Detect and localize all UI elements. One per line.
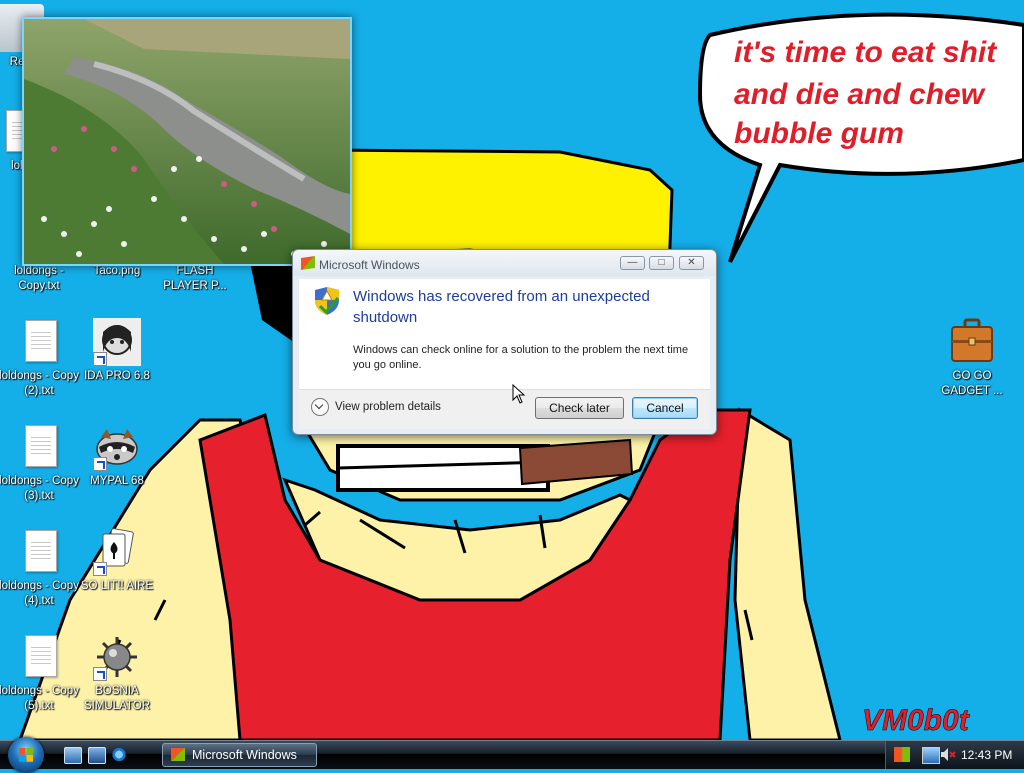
landscape-photo [24, 19, 350, 264]
desktop-icon-label: loldongs - Copy (4).txt [0, 580, 79, 607]
desktop-icon-label: IDA PRO 6.8 [84, 370, 150, 382]
taskbar-clock[interactable]: 12:43 PM [961, 748, 1012, 762]
cancel-button[interactable]: Cancel [632, 397, 698, 419]
internet-explorer-icon[interactable] [111, 747, 127, 762]
desktop-icon-loldongs-copy-2[interactable]: loldongs - Copy (2).txt [0, 318, 81, 399]
wallpaper-signature: VM0b0t [862, 704, 971, 737]
desktop-icon-label: loldongs - Copy.txt [14, 265, 64, 292]
desktop-icon-label: MYPAL 68 [90, 475, 144, 487]
desktop-icon-loldongs-copy-3[interactable]: loldongs - Copy (3).txt [0, 423, 81, 504]
recovery-dialog[interactable]: Microsoft Windows — □ ✕ Windows has reco… [292, 249, 717, 435]
text-file-icon [15, 528, 63, 576]
desktop-icon-bosnia-simulator[interactable]: BOSNIA SIMULATOR [75, 633, 159, 714]
desktop-icon-label: loldongs - Copy (3).txt [0, 475, 79, 502]
network-icon[interactable] [922, 747, 940, 764]
volume-muted-icon[interactable] [940, 747, 956, 762]
windows-logo-icon [301, 256, 315, 270]
taskbar: Microsoft Windows 12:43 PM [0, 737, 1024, 773]
speech-bubble-line-1: it's time to eat shit [734, 36, 998, 69]
shortcut-arrow-icon [93, 352, 107, 366]
dialog-title: Microsoft Windows [319, 258, 420, 272]
desktop-icon-label: BOSNIA SIMULATOR [83, 685, 151, 712]
desktop-icon-label: FLASH PLAYER P... [163, 265, 227, 292]
show-desktop-icon[interactable] [64, 747, 82, 764]
speech-bubble-line-2: and die and chew [734, 78, 986, 111]
desktop-icon-label: Taco.png [93, 265, 141, 277]
view-problem-details-toggle[interactable]: View problem details [311, 398, 441, 416]
minimize-button[interactable]: — [620, 256, 645, 270]
desktop-icon-loldongs-copy-5[interactable]: loldongs - Copy (5).txt [0, 633, 81, 714]
dialog-footer: View problem details Check later Cancel [299, 389, 710, 429]
mypal-raccoon-icon [93, 423, 141, 471]
windows-logo-icon [171, 748, 185, 761]
security-shield-warning-icon [315, 287, 340, 315]
mine-icon [93, 633, 141, 681]
text-file-icon [15, 423, 63, 471]
maximize-button[interactable]: □ [649, 256, 674, 270]
switch-windows-icon[interactable] [88, 747, 106, 764]
briefcase-icon [948, 318, 996, 366]
desktop-icon-label: SO LIT!! AIRE [80, 580, 154, 592]
dialog-title-bar[interactable]: Microsoft Windows — □ ✕ [293, 250, 716, 276]
chevron-down-icon[interactable] [311, 398, 329, 416]
dialog-heading: Windows has recovered from an unexpected… [353, 288, 650, 326]
desktop-icon-ida-pro[interactable]: IDA PRO 6.8 [75, 318, 159, 384]
text-file-icon [15, 633, 63, 681]
desktop-icon-mypal[interactable]: MYPAL 68 [75, 423, 159, 489]
close-button[interactable]: ✕ [679, 256, 704, 270]
desktop-icon-label: loldongs - Copy (2).txt [0, 370, 79, 397]
shortcut-arrow-icon [93, 562, 107, 576]
details-label: View problem details [335, 401, 441, 414]
speech-bubble-line-3: bubble gum [734, 117, 904, 150]
windows-update-icon[interactable] [894, 747, 910, 762]
taskbar-button-microsoft-windows[interactable]: Microsoft Windows [162, 743, 317, 767]
text-file-icon [15, 318, 63, 366]
dialog-content: Windows has recovered from an unexpected… [299, 279, 710, 389]
check-later-button[interactable]: Check later [535, 397, 624, 419]
windows-logo-icon [19, 748, 33, 762]
desktop-icon-loldongs-copy-4[interactable]: loldongs - Copy (4).txt [0, 528, 81, 609]
notification-area: 12:43 PM [885, 741, 1024, 769]
dialog-message: Windows can check online for a solution … [353, 344, 689, 371]
ida-pro-icon [93, 318, 141, 366]
photo-preview-window[interactable] [22, 17, 352, 266]
shortcut-arrow-icon [93, 667, 107, 681]
shortcut-arrow-icon [93, 457, 107, 471]
mouse-cursor-icon [512, 384, 526, 404]
desktop-icon-label: GO GO GADGET ... [941, 370, 1003, 397]
desktop-icon-solitaire[interactable]: SO LIT!! AIRE [75, 528, 159, 594]
desktop-icon-label: loldongs - Copy (5).txt [0, 685, 79, 712]
solitaire-cards-icon [93, 528, 141, 576]
desktop-icon-go-go-gadget[interactable]: GO GO GADGET ... [930, 318, 1014, 399]
taskbar-button-label: Microsoft Windows [192, 748, 297, 762]
